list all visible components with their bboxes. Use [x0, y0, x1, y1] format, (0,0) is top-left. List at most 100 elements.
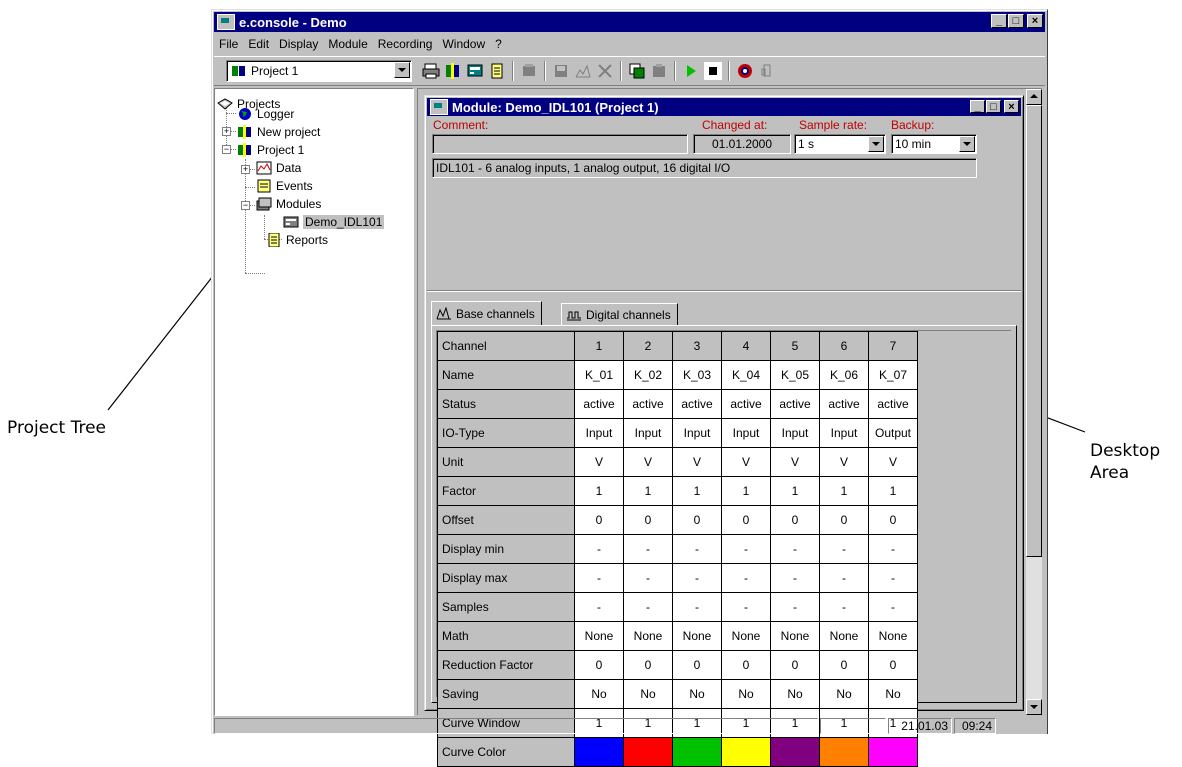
chevron-down-icon[interactable] — [394, 62, 410, 78]
database-icon[interactable] — [520, 62, 538, 80]
grid-cell[interactable]: V — [819, 447, 869, 477]
grid-cell[interactable]: None — [672, 621, 722, 651]
grid-cell[interactable]: V — [623, 447, 673, 477]
grid-cell[interactable]: active — [819, 389, 869, 419]
grid-cell[interactable]: - — [770, 592, 820, 622]
channel-number[interactable]: 1 — [574, 331, 624, 361]
grid-cell[interactable]: - — [770, 563, 820, 593]
curve-color-swatch[interactable] — [868, 737, 918, 767]
grid-cell[interactable]: - — [819, 563, 869, 593]
tree-item-events[interactable]: Events — [256, 177, 313, 195]
grid-cell[interactable]: - — [819, 592, 869, 622]
grid-cell[interactable]: - — [574, 592, 624, 622]
comment-field[interactable] — [432, 134, 688, 154]
grid-cell[interactable]: K_06 — [819, 360, 869, 390]
grid-cell[interactable]: None — [770, 621, 820, 651]
grid-cell[interactable]: 0 — [574, 650, 624, 680]
grid-cell[interactable]: - — [623, 534, 673, 564]
tree-item-logger[interactable]: Logger — [237, 105, 294, 123]
grid-cell[interactable]: No — [721, 679, 771, 709]
paste-icon[interactable] — [650, 62, 668, 80]
grid-cell[interactable]: 0 — [623, 505, 673, 535]
menu-window[interactable]: Window — [437, 37, 490, 51]
app-icon[interactable] — [217, 14, 235, 30]
grid-cell[interactable]: - — [721, 534, 771, 564]
chevron-down-icon[interactable] — [959, 136, 975, 152]
tree-item-modules[interactable]: Modules — [256, 195, 321, 213]
grid-cell[interactable]: None — [623, 621, 673, 651]
expand-data[interactable]: + — [241, 165, 250, 174]
grid-cell[interactable]: - — [623, 592, 673, 622]
grid-cell[interactable]: 1 — [672, 476, 722, 506]
grid-cell[interactable]: V — [868, 447, 918, 477]
grid-cell[interactable]: 0 — [770, 650, 820, 680]
grid-cell[interactable]: 0 — [770, 505, 820, 535]
grid-cell[interactable]: - — [672, 563, 722, 593]
channel-number[interactable]: 3 — [672, 331, 722, 361]
grid-cell[interactable]: 0 — [868, 505, 918, 535]
tree-item-data[interactable]: Data — [256, 159, 301, 177]
curve-color-swatch[interactable] — [770, 737, 820, 767]
grid-cell[interactable]: - — [868, 592, 918, 622]
grid-cell[interactable]: Input — [721, 418, 771, 448]
grid-cell[interactable]: K_01 — [574, 360, 624, 390]
grid-cell[interactable]: Input — [819, 418, 869, 448]
module-window-icon[interactable] — [430, 99, 448, 115]
menu-file[interactable]: File — [214, 37, 243, 51]
grid-cell[interactable]: 0 — [868, 650, 918, 680]
curve-color-swatch[interactable] — [819, 737, 869, 767]
grid-cell[interactable]: - — [672, 534, 722, 564]
grid-cell[interactable]: K_07 — [868, 360, 918, 390]
grid-cell[interactable]: None — [868, 621, 918, 651]
module-maximize-button[interactable]: □ — [986, 100, 1001, 113]
chart-icon[interactable] — [574, 62, 592, 80]
grid-cell[interactable]: 1 — [623, 476, 673, 506]
grid-cell[interactable]: - — [721, 563, 771, 593]
menu-module[interactable]: Module — [323, 37, 372, 51]
play-icon[interactable] — [682, 62, 700, 80]
project-icon[interactable] — [444, 62, 462, 80]
scroll-up-button[interactable] — [1026, 89, 1042, 105]
grid-cell[interactable]: 0 — [721, 650, 771, 680]
grid-cell[interactable]: - — [770, 534, 820, 564]
delete-icon[interactable] — [596, 62, 614, 80]
grid-cell[interactable]: No — [770, 679, 820, 709]
grid-cell[interactable]: - — [721, 592, 771, 622]
expand-new-project[interactable]: + — [222, 127, 231, 136]
tree-item-project1[interactable]: Project 1 — [237, 141, 304, 159]
grid-cell[interactable]: 1 — [868, 476, 918, 506]
grid-cell[interactable]: None — [819, 621, 869, 651]
sample-rate-select[interactable]: 1 s — [794, 134, 886, 154]
channel-number[interactable]: 4 — [721, 331, 771, 361]
channel-number[interactable]: 2 — [623, 331, 673, 361]
grid-cell[interactable]: - — [868, 534, 918, 564]
grid-cell[interactable]: 0 — [819, 505, 869, 535]
report-icon[interactable] — [488, 62, 506, 80]
grid-cell[interactable]: - — [672, 592, 722, 622]
grid-cell[interactable]: 0 — [672, 505, 722, 535]
backup-select[interactable]: 10 min — [891, 134, 977, 154]
print-icon[interactable] — [422, 62, 440, 80]
hand-icon[interactable] — [758, 62, 776, 80]
grid-cell[interactable]: None — [574, 621, 624, 651]
tree-item-demo-idl101[interactable]: Demo_IDL101 — [283, 213, 385, 231]
chevron-down-icon[interactable] — [868, 136, 884, 152]
module-close-button[interactable]: × — [1004, 100, 1019, 113]
channel-number[interactable]: 7 — [868, 331, 918, 361]
curve-color-swatch[interactable] — [721, 737, 771, 767]
grid-cell[interactable]: 1 — [574, 476, 624, 506]
grid-cell[interactable]: Input — [574, 418, 624, 448]
grid-cell[interactable]: K_03 — [672, 360, 722, 390]
curve-color-swatch[interactable] — [672, 737, 722, 767]
stop-icon[interactable] — [704, 62, 722, 80]
close-button[interactable]: × — [1027, 14, 1043, 28]
grid-cell[interactable]: 1 — [721, 476, 771, 506]
grid-cell[interactable]: None — [721, 621, 771, 651]
tab-digital-channels[interactable]: Digital channels — [561, 303, 678, 325]
maximize-button[interactable]: □ — [1008, 14, 1024, 28]
grid-cell[interactable]: - — [819, 534, 869, 564]
project-select[interactable]: Project 1 — [226, 60, 412, 82]
grid-cell[interactable]: 1 — [819, 476, 869, 506]
curve-color-swatch[interactable] — [574, 737, 624, 767]
grid-cell[interactable]: Input — [770, 418, 820, 448]
